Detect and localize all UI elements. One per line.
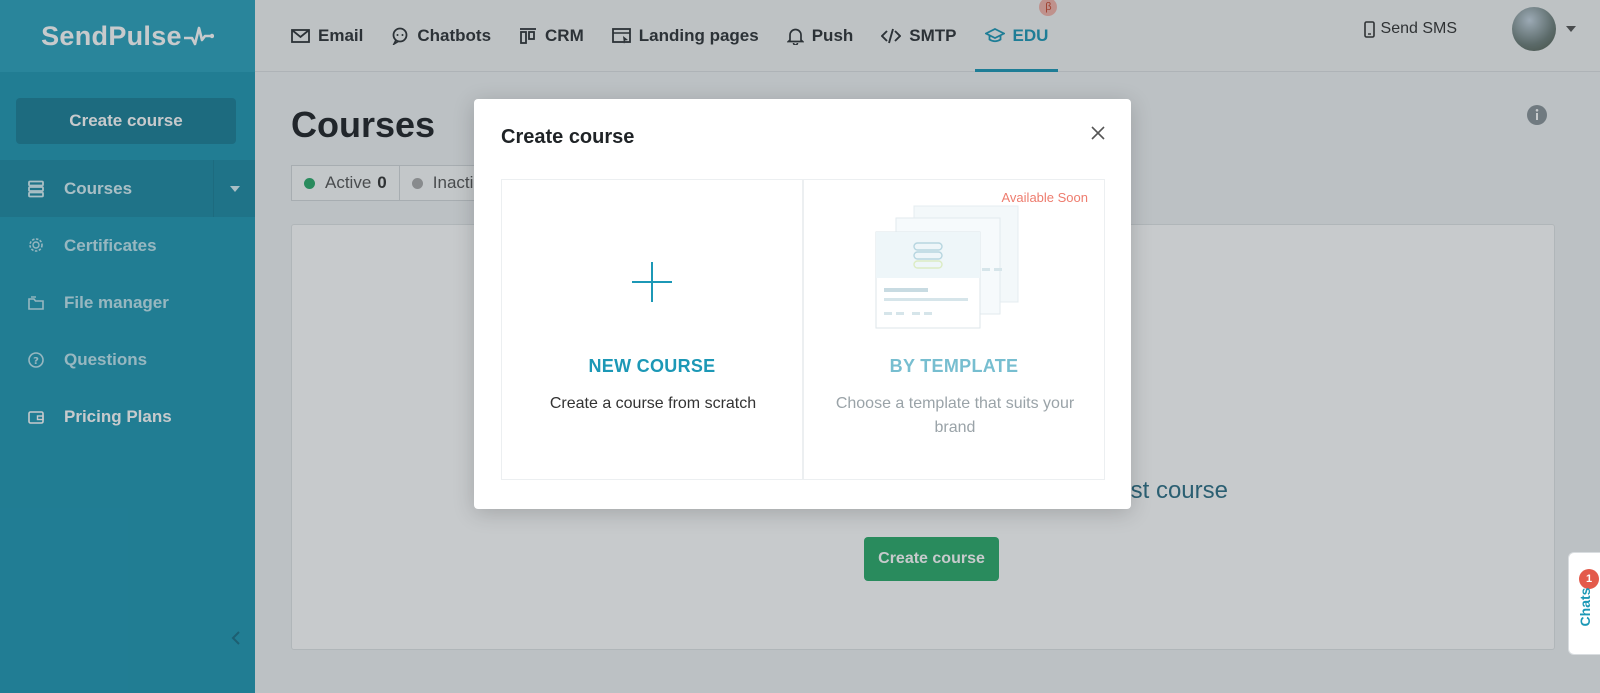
course-type-options: NEW COURSE Create a course from scratch … [501, 179, 1105, 480]
template-illustration [875, 205, 1019, 329]
card-title: NEW COURSE [588, 356, 716, 376]
by-template-card[interactable]: Available Soon BY TEMPLATE Choose a temp… [803, 179, 1105, 480]
chats-widget[interactable]: 1 Chats [1568, 552, 1600, 655]
plus-icon [632, 262, 672, 302]
create-course-modal: Create course NEW COURSE Create a course… [474, 99, 1131, 509]
modal-title: Create course [501, 126, 635, 148]
card-description: Create a course from scratch [549, 395, 757, 412]
card-description: Choose a template that suits your brand [835, 395, 1075, 436]
close-icon [1091, 126, 1105, 140]
chats-unread-badge: 1 [1579, 569, 1599, 589]
chats-label: Chats [1577, 587, 1593, 627]
new-course-card[interactable]: NEW COURSE Create a course from scratch [501, 179, 803, 480]
close-button[interactable] [1087, 122, 1109, 144]
card-title: BY TEMPLATE [889, 356, 1019, 376]
